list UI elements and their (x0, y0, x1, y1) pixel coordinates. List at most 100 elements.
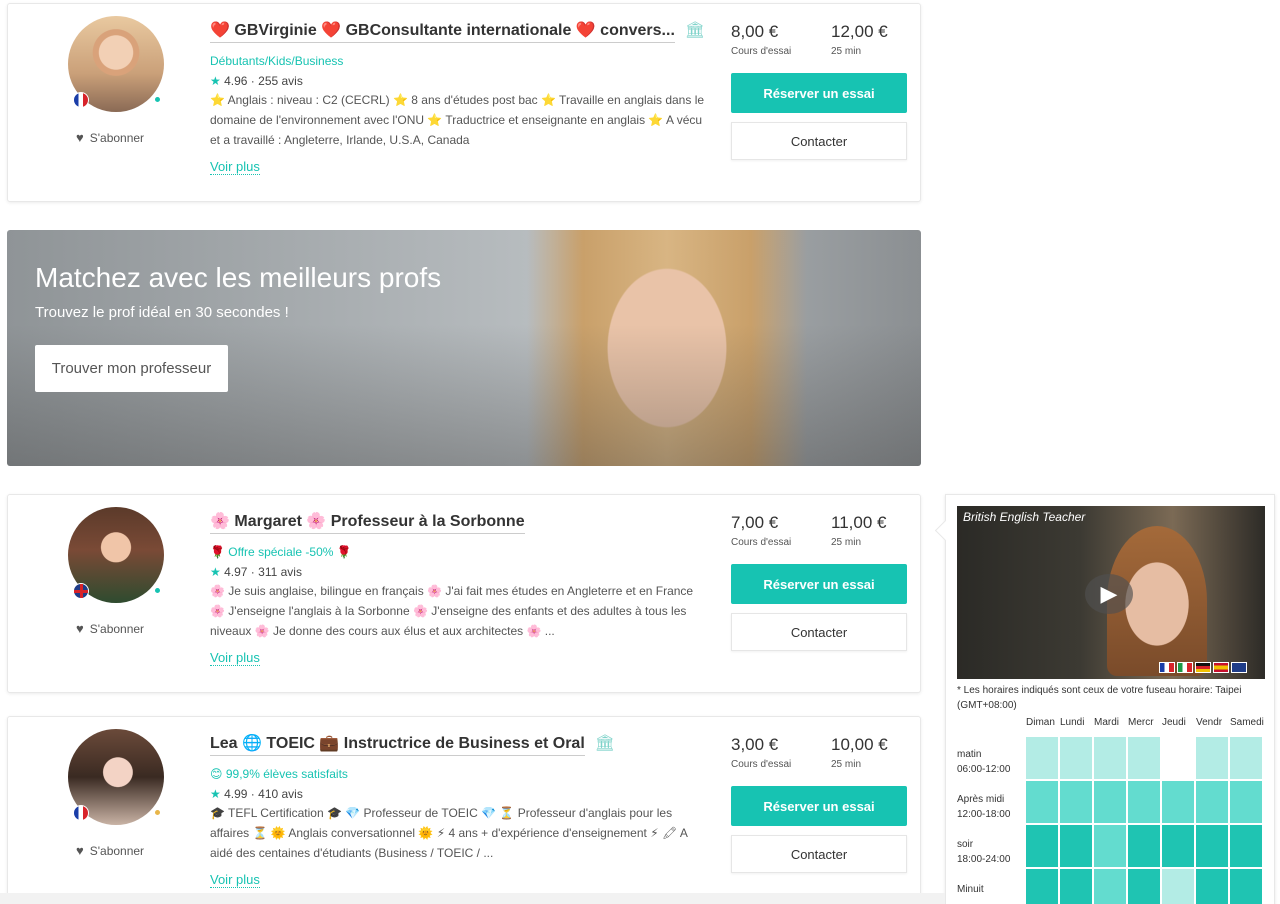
availability-cell (1196, 869, 1228, 904)
availability-cell (1162, 781, 1194, 823)
book-trial-button[interactable]: Réserver un essai (731, 73, 907, 113)
lesson-duration: 25 min (831, 46, 862, 57)
banner-title: Matchez avec les meilleurs profs (35, 262, 442, 293)
availability-cell (1128, 781, 1160, 823)
contact-button[interactable]: Contacter (731, 613, 907, 651)
france-flag-icon (73, 92, 89, 108)
availability-cell (1196, 825, 1228, 867)
uk-flag-icon (1231, 662, 1247, 673)
slot-label: matin 06:00-12:00 (957, 749, 1011, 775)
availability-cell (1230, 869, 1262, 904)
teacher-card: ♥ S'abonner Lea 🌐 TOEIC 💼 Instructrice d… (7, 716, 921, 904)
availability-cell (1094, 781, 1126, 823)
availability-cell (1026, 825, 1058, 867)
france-flag-icon (1159, 662, 1175, 673)
teacher-card: ♥ S'abonner ❤️ GBVirginie ❤️ GBConsultan… (7, 3, 921, 202)
availability-cell (1094, 737, 1126, 779)
book-trial-button[interactable]: Réserver un essai (731, 564, 907, 604)
lesson-price: 12,00 € (831, 22, 888, 41)
trial-price: 8,00 € (731, 22, 779, 41)
trial-price: 3,00 € (731, 735, 779, 754)
availability-cell (1128, 737, 1160, 779)
video-title: British English Teacher (963, 510, 1086, 524)
teacher-name-link[interactable]: ❤️ GBVirginie ❤️ GBConsultante internati… (210, 20, 675, 43)
teacher-card: ♥ S'abonner 🌸 Margaret 🌸 Professeur à la… (7, 494, 921, 693)
find-teacher-button[interactable]: Trouver mon professeur (35, 345, 228, 392)
france-flag-icon (73, 805, 89, 821)
page-bottom-divider (0, 893, 945, 904)
review-count: 255 avis (258, 74, 303, 88)
teacher-preview-panel: British English Teacher ▶ * Les horaires… (945, 494, 1275, 904)
availability-cell (1026, 781, 1058, 823)
lesson-price: 10,00 € (831, 735, 888, 754)
intro-video[interactable]: British English Teacher ▶ (957, 506, 1265, 679)
heart-icon: ♥ (76, 130, 84, 145)
day-label: Samedi (1230, 717, 1264, 728)
subscribe-button[interactable]: ♥ S'abonner (76, 843, 144, 858)
teacher-tagline: Débutants/Kids/Business (210, 54, 344, 68)
play-icon[interactable]: ▶ (1085, 574, 1133, 614)
see-more-link[interactable]: Voir plus (210, 650, 260, 666)
rating: ★ 4.99 · 410 avis (210, 787, 303, 801)
schedule-row (1026, 825, 1262, 867)
see-more-link[interactable]: Voir plus (210, 872, 260, 888)
availability-cell (1128, 825, 1160, 867)
review-count: 311 avis (258, 565, 302, 579)
banner-subtitle: Trouvez le prof idéal en 30 secondes ! (35, 304, 289, 321)
slot-label: soir 18:00-24:00 (957, 839, 1011, 865)
teacher-name-link[interactable]: Lea 🌐 TOEIC 💼 Instructrice de Business e… (210, 733, 585, 756)
schedule-row (1026, 869, 1262, 904)
avatar[interactable] (68, 507, 164, 603)
availability-cell (1060, 781, 1092, 823)
availability-cell (1094, 869, 1126, 904)
see-more-link[interactable]: Voir plus (210, 159, 260, 175)
availability-cell (1060, 825, 1092, 867)
rating-value: 4.97 (224, 565, 248, 579)
rating: ★ 4.97 · 311 avis (210, 565, 302, 579)
availability-cell (1162, 737, 1194, 779)
day-label: Diman (1026, 717, 1055, 728)
teacher-description: ⭐ Anglais : niveau : C2 (CECRL) ⭐ 8 ans … (210, 93, 705, 147)
availability-cell (1230, 781, 1262, 823)
review-count: 410 avis (258, 787, 303, 801)
contact-button[interactable]: Contacter (731, 122, 907, 160)
availability-cell (1196, 781, 1228, 823)
star-icon: ★ (210, 74, 221, 88)
rating-value: 4.96 (224, 74, 248, 88)
match-banner: Matchez avec les meilleurs profs Trouvez… (7, 230, 921, 466)
trial-label: Cours d'essai (731, 759, 792, 770)
availability-cell (1230, 737, 1262, 779)
schedule-days: Diman Lundi Mardi Mercr Jeudi Vendr Same… (1026, 717, 1264, 728)
trial-label: Cours d'essai (731, 46, 792, 57)
subscribe-button[interactable]: ♥ S'abonner (76, 621, 144, 636)
availability-cell (1060, 869, 1092, 904)
lesson-duration: 25 min (831, 537, 862, 548)
slot-label: Après midi 12:00-18:00 (957, 794, 1011, 820)
timezone-note: * Les horaires indiqués sont ceux de vot… (957, 685, 1242, 711)
lesson-duration: 25 min (831, 759, 862, 770)
day-label: Mercr (1128, 717, 1154, 728)
heart-icon: ♥ (76, 843, 84, 858)
spain-flag-icon (1213, 662, 1229, 673)
professional-teacher-icon: 🏛 (684, 22, 706, 39)
heart-icon: ♥ (76, 621, 84, 636)
lesson-price: 11,00 € (831, 513, 887, 532)
teacher-description: 🎓 TEFL Certification 🎓 💎 Professeur de T… (210, 806, 688, 860)
teacher-tagline: 😊 99,9% élèves satisfaits (210, 767, 348, 781)
avatar[interactable] (68, 729, 164, 825)
avatar[interactable] (68, 16, 164, 112)
teacher-name-link[interactable]: 🌸 Margaret 🌸 Professeur à la Sorbonne (210, 511, 525, 534)
rating-value: 4.99 (224, 787, 248, 801)
subscribe-label: S'abonner (89, 130, 145, 145)
video-flags (1159, 662, 1247, 673)
day-label: Lundi (1060, 717, 1085, 728)
contact-button[interactable]: Contacter (731, 835, 907, 873)
availability-cell (1128, 869, 1160, 904)
availability-cell (1162, 869, 1194, 904)
subscribe-button[interactable]: ♥ S'abonner (76, 130, 144, 145)
slot-label: Minuit (957, 884, 984, 895)
online-status-icon (153, 808, 162, 817)
availability-cell (1094, 825, 1126, 867)
star-icon: ★ (210, 565, 221, 579)
book-trial-button[interactable]: Réserver un essai (731, 786, 907, 826)
